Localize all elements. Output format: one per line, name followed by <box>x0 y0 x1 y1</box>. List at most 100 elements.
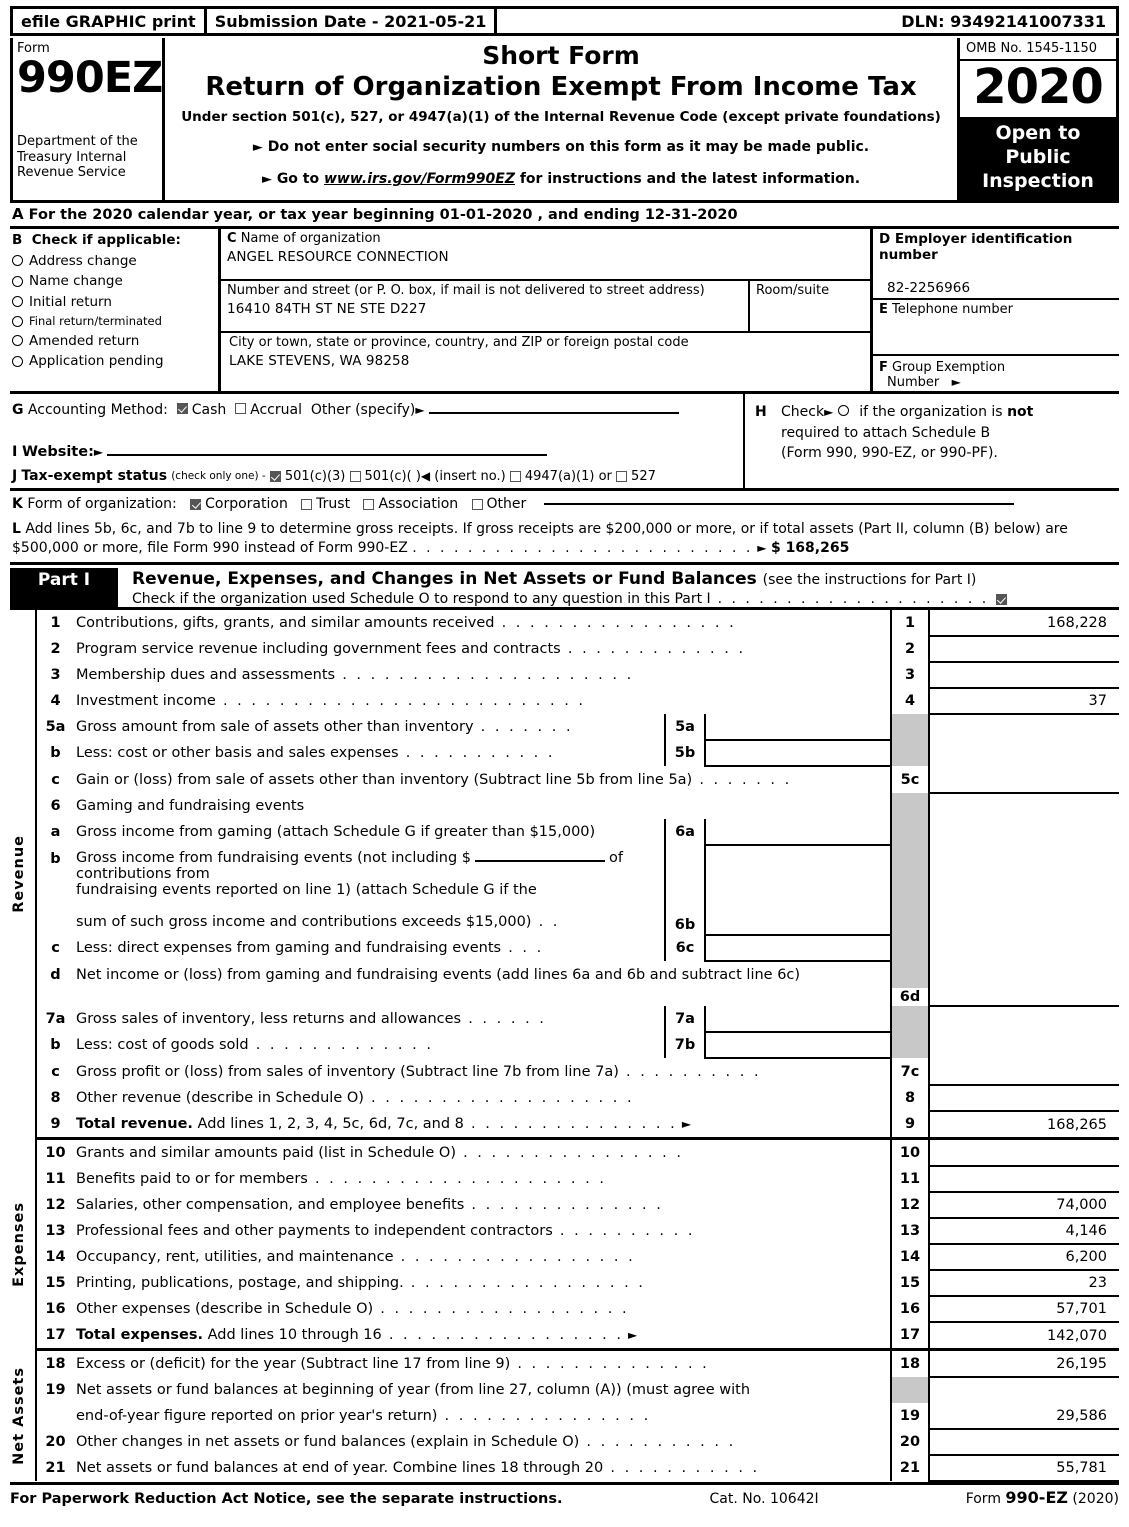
checkbox-name-change[interactable]: Name change <box>12 273 216 289</box>
line-amount[interactable]: 29,586 <box>929 1403 1119 1431</box>
net-assets-table: Net Assets 18 Excess or (deficit) for th… <box>10 1351 1119 1483</box>
form-subtitle: Under section 501(c), 527, or 4947(a)(1)… <box>181 109 941 126</box>
table-row: a Gross income from gaming (attach Sched… <box>10 819 1119 847</box>
inner-line-value[interactable] <box>705 740 891 768</box>
shaded-gutter <box>890 1377 930 1404</box>
checkbox-address-change[interactable]: Address change <box>12 253 216 269</box>
circle-checkbox-icon[interactable] <box>12 335 23 347</box>
line-number: 4 <box>50 693 61 710</box>
net-assets-side-label: Net Assets <box>10 1351 37 1482</box>
line-number: 18 <box>45 1356 66 1373</box>
line-description: Grants and similar amounts paid (list in… <box>76 1145 684 1162</box>
inner-line-value[interactable] <box>705 714 891 742</box>
line-amount[interactable]: 55,781 <box>929 1455 1119 1483</box>
line-amount[interactable]: 168,228 <box>929 608 1119 638</box>
group-exemption-field[interactable]: F Group Exemption Number ► <box>873 353 1119 392</box>
telephone-field[interactable]: E Telephone number <box>873 297 1119 354</box>
line-amount[interactable]: 4,146 <box>929 1218 1119 1246</box>
line-number: 14 <box>45 1249 66 1266</box>
line-amount[interactable]: 74,000 <box>929 1192 1119 1220</box>
line-description: Program service revenue including govern… <box>76 641 746 658</box>
line-number: b <box>50 745 61 762</box>
line-code: 17 <box>890 1322 930 1352</box>
checkbox-application-pending[interactable]: Application pending <box>12 353 216 369</box>
inner-line-value[interactable] <box>705 845 891 937</box>
inner-line-value[interactable] <box>705 819 891 847</box>
line-amount[interactable] <box>929 662 1119 690</box>
part1-header: Part I Revenue, Expenses, and Changes in… <box>10 568 1119 608</box>
submission-date-label: Submission Date - 2021-05-21 <box>207 9 498 33</box>
circle-checkbox-icon[interactable] <box>12 255 23 267</box>
line-amount-blank <box>929 1032 1119 1058</box>
line-amount[interactable] <box>929 988 1119 1008</box>
checkbox-amended-return[interactable]: Amended return <box>12 333 216 349</box>
form-footer-prefix: Form <box>965 1491 1006 1508</box>
checkbox-501c3-icon[interactable] <box>269 470 281 482</box>
line-amount[interactable]: 6,200 <box>929 1244 1119 1272</box>
line-code: 19 <box>890 1403 930 1430</box>
line-amount[interactable]: 23 <box>929 1270 1119 1298</box>
line-amount[interactable]: 142,070 <box>929 1322 1119 1352</box>
checkbox-corporation-icon[interactable] <box>190 498 202 510</box>
line-amount-blank <box>929 1377 1119 1403</box>
inner-line-value[interactable] <box>705 1032 891 1060</box>
line-amount-blank <box>929 845 1119 935</box>
checkbox-527-icon[interactable] <box>616 470 628 482</box>
line-code: 14 <box>890 1244 930 1271</box>
checkbox-4947a1-icon[interactable] <box>509 470 521 482</box>
website-input[interactable] <box>107 454 548 457</box>
part1-title-note: (see the instructions for Part I) <box>762 572 977 589</box>
checkbox-association-icon[interactable] <box>363 498 375 510</box>
line-amount[interactable] <box>929 766 1119 795</box>
checkbox-final-return[interactable]: Final return/terminated <box>12 314 216 328</box>
line-amount[interactable] <box>929 1429 1119 1457</box>
circle-checkbox-icon[interactable] <box>12 315 23 327</box>
line-amount[interactable] <box>929 636 1119 664</box>
line-amount[interactable] <box>929 1085 1119 1113</box>
circle-checkbox-schedule-b-icon[interactable] <box>837 405 849 417</box>
line-amount[interactable]: 168,265 <box>929 1111 1119 1141</box>
inner-line-code: 5b <box>664 740 706 767</box>
org-name-field[interactable]: C Name of organization ANGEL RESOURCE CO… <box>221 229 870 282</box>
ein-field[interactable]: D Employer identification number 82-2256… <box>873 229 1119 297</box>
checkbox-cash-icon[interactable] <box>176 403 188 415</box>
line-description: Gross income from gaming (attach Schedul… <box>76 824 596 841</box>
circle-checkbox-icon[interactable] <box>12 275 23 287</box>
line-amount[interactable]: 57,701 <box>929 1296 1119 1324</box>
line-code: 7c <box>890 1058 930 1086</box>
line-amount[interactable] <box>929 1140 1119 1168</box>
line-amount[interactable]: 37 <box>929 688 1119 716</box>
city-field[interactable]: City or town, state or province, country… <box>221 333 870 391</box>
line-6b-blank-input[interactable] <box>475 860 606 863</box>
street-field[interactable]: Number and street (or P. O. box, if mail… <box>221 281 750 332</box>
department-label: Department of the Treasury Internal Reve… <box>17 134 138 180</box>
line-description: Net assets or fund balances at end of ye… <box>76 1460 760 1477</box>
section-h-line2-text: required to attach Schedule B <box>781 424 991 441</box>
checkbox-accrual-icon[interactable] <box>235 403 247 415</box>
line-amount[interactable]: 26,195 <box>929 1351 1119 1379</box>
line-amount[interactable] <box>929 1058 1119 1087</box>
table-row: Revenue 1 Contributions, gifts, grants, … <box>10 608 1119 1139</box>
circle-checkbox-icon[interactable] <box>12 355 23 367</box>
line-amount[interactable] <box>929 1166 1119 1194</box>
line-number: 11 <box>45 1171 66 1188</box>
room-suite-field[interactable]: Room/suite <box>750 281 870 331</box>
checkbox-other-org-icon[interactable] <box>471 498 483 510</box>
group-exemption-label-row: F Group Exemption <box>879 360 1119 376</box>
checkbox-501c-icon[interactable] <box>349 470 361 482</box>
org-other-input[interactable] <box>544 503 1015 506</box>
checkbox-trust-icon[interactable] <box>301 498 313 510</box>
section-h-line1: H Check► if the organization is not <box>755 402 1115 422</box>
accounting-other-input[interactable] <box>428 412 679 415</box>
group-exemption-number-label: Number <box>887 375 940 391</box>
irs-form990ez-link[interactable]: www.irs.gov/Form990EZ <box>324 171 515 187</box>
circle-checkbox-icon[interactable] <box>12 296 23 308</box>
checkbox-initial-return[interactable]: Initial return <box>12 294 216 310</box>
goto-prefix: Go to <box>276 171 324 188</box>
line-amount-blank <box>929 819 1119 845</box>
checkbox-schedule-o-icon[interactable] <box>995 593 1007 605</box>
inner-line-value[interactable] <box>705 935 891 963</box>
inner-line-value[interactable] <box>705 1006 891 1034</box>
line-description: Gross sales of inventory, less returns a… <box>76 1011 547 1028</box>
tax-exempt-status-note: (check only one) - <box>171 470 266 483</box>
